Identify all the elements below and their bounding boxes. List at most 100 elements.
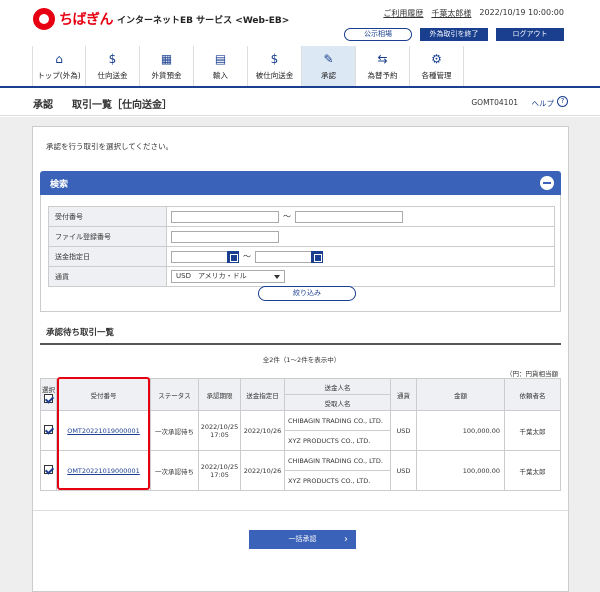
status-cell: 一次承認待ち (150, 410, 199, 451)
range-tilde: ～ (243, 252, 251, 261)
row-checkbox[interactable] (44, 465, 53, 474)
highlight-box (57, 377, 150, 490)
nav-label: 外貨預金 (151, 70, 182, 80)
row-checkbox[interactable] (44, 425, 53, 434)
deadline-cell: 2022/10/25 17:05 (198, 410, 241, 451)
nav-top[interactable]: ⌂ トップ(外為) (32, 46, 86, 86)
date-to-input[interactable] (255, 250, 312, 263)
screen-code: GOMT04101 (471, 98, 518, 107)
select-header: 選択 (40, 378, 57, 411)
list-title: 承認待ち取引一覧 (46, 328, 115, 338)
send-icon: $ (108, 51, 117, 66)
nav-label: 被仕向送金 (255, 70, 294, 80)
nav-inward-remittance[interactable]: $ 被仕向送金 (248, 46, 302, 86)
deadline-cell: 2022/10/25 17:05 (198, 450, 241, 491)
receipt-no-from-input[interactable] (171, 210, 279, 223)
login-datetime: 2022/10/19 10:00:00 (479, 8, 564, 17)
user-name-link[interactable]: 千葉太郎様 (431, 8, 471, 19)
main-card: 承認を行う取引を選択してください。 検索 受付番号 ～ ファイル登録番号 送金指… (32, 126, 570, 592)
send-date-header[interactable]: 送金指定日 (240, 378, 285, 411)
receive-icon: $ (270, 51, 279, 66)
search-title: 検索 (50, 180, 69, 190)
deadline-header[interactable]: 承認期限 (198, 378, 241, 411)
nav-label: 承認 (321, 70, 336, 80)
logo-mark-icon (33, 8, 55, 30)
header: ちばぎん インターネットEB サービス <Web-EB> ご利用履歴 千葉太郎様… (0, 0, 600, 44)
send-date-cell: 2022/10/26 (240, 410, 285, 451)
requester-cell: 千葉太郎 (504, 410, 561, 451)
footer-divider (33, 510, 570, 511)
collapse-icon[interactable] (540, 176, 554, 190)
nav-import[interactable]: ▤ 輸入 (194, 46, 248, 86)
receiver-cell: XYZ PRODUCTS CO., LTD. (284, 470, 391, 491)
nav-outward-remittance[interactable]: $ 仕向送金 (86, 46, 140, 86)
nav-label: 為替予約 (367, 70, 398, 80)
date-from-input[interactable] (171, 250, 228, 263)
file-no-label: ファイル登録番号 (48, 226, 167, 247)
currency-header[interactable]: 通貨 (390, 378, 417, 411)
narrow-button[interactable]: 絞り込み (258, 286, 356, 301)
currency-cell: USD (390, 410, 417, 451)
nav-management[interactable]: ⚙ 各種管理 (410, 46, 464, 86)
help-link[interactable]: ヘルプ (532, 98, 555, 109)
amount-cell: 100,000.00 (416, 410, 505, 451)
currency-select[interactable]: USD アメリカ・ドル (171, 270, 285, 283)
logo-text: ちばぎん (59, 12, 114, 28)
page-title: 取引一覧［仕向送金］ (72, 100, 172, 111)
contract-icon: ⇆ (377, 51, 388, 66)
requester-cell: 千葉太郎 (504, 450, 561, 491)
list-divider (40, 343, 561, 345)
deadline-time: 17:05 (210, 470, 229, 479)
deadline-date: 2022/10/25 (200, 462, 239, 471)
nav-label: 輸入 (213, 70, 228, 80)
nav-label: 仕向送金 (97, 70, 128, 80)
currency-label: 通貨 (48, 266, 167, 287)
nav-approval[interactable]: ✎ 承認 (302, 46, 356, 86)
intro-text: 承認を行う取引を選択してください。 (46, 142, 174, 151)
calendar-icon[interactable] (311, 250, 323, 263)
receipt-no-label: 受付番号 (48, 206, 167, 227)
settings-icon: ⚙ (431, 51, 442, 66)
public-rate-button[interactable]: 公示相場 (344, 28, 412, 41)
range-tilde: ～ (283, 212, 291, 221)
main-nav: ⌂ トップ(外為) $ 仕向送金 ▦ 外貨預金 ▤ 輸入 $ 被仕向送金 ✎ 承認 ⇆ 為替予… (32, 46, 464, 86)
file-no-input[interactable] (171, 230, 279, 243)
nav-fx-deposit[interactable]: ▦ 外貨預金 (140, 46, 194, 86)
sender-header[interactable]: 送金人名 (284, 378, 391, 395)
select-all-checkbox[interactable] (44, 394, 53, 403)
usage-history-link[interactable]: ご利用履歴 (383, 8, 423, 19)
search-header[interactable]: 検索 (40, 171, 561, 195)
deadline-time: 17:05 (210, 430, 229, 439)
nav-fx-contract[interactable]: ⇆ 為替予約 (356, 46, 410, 86)
send-date-label: 送金指定日 (48, 246, 167, 267)
chevron-right-icon: › (344, 534, 348, 545)
select-header-label: 選択 (42, 386, 55, 394)
search-panel: 受付番号 ～ ファイル登録番号 送金指定日 ～ 通貨 USD アメリカ・ドル 絞… (40, 195, 561, 312)
status-header[interactable]: ステータス (150, 378, 199, 411)
receiver-header[interactable]: 受取人名 (284, 394, 391, 411)
approve-all-button[interactable]: 一括承認 › (249, 530, 356, 549)
unit-note: （円：円貨相当額 (506, 370, 558, 378)
send-date-cell: 2022/10/26 (240, 450, 285, 491)
receipt-no-to-input[interactable] (295, 210, 403, 223)
result-count: 全2件（1～2件を表示中） (262, 356, 341, 364)
currency-cell: USD (390, 450, 417, 491)
sender-cell: CHIBAGIN TRADING CO., LTD. (284, 410, 391, 431)
page-section: 承認 (33, 100, 53, 111)
approve-icon: ✎ (323, 51, 334, 66)
sender-cell: CHIBAGIN TRADING CO., LTD. (284, 450, 391, 471)
nav-label: 各種管理 (421, 70, 452, 80)
import-icon: ▤ (214, 51, 227, 66)
help-icon[interactable]: ? (557, 96, 568, 107)
calendar-icon[interactable] (227, 250, 239, 263)
logo: ちばぎん インターネットEB サービス <Web-EB> (33, 8, 289, 30)
logout-button[interactable]: ログアウト (496, 28, 564, 41)
fx-end-button[interactable]: 外為取引を終了 (420, 28, 488, 41)
requester-header[interactable]: 依頼者名 (504, 378, 561, 411)
status-cell: 一次承認待ち (150, 450, 199, 491)
deadline-date: 2022/10/25 (200, 422, 239, 431)
amount-cell: 100,000.00 (416, 450, 505, 491)
service-name: インターネットEB サービス <Web-EB> (117, 15, 290, 26)
search-form: 受付番号 ～ ファイル登録番号 送金指定日 ～ 通貨 USD アメリカ・ドル (48, 206, 555, 287)
amount-header[interactable]: 金額 (416, 378, 505, 411)
